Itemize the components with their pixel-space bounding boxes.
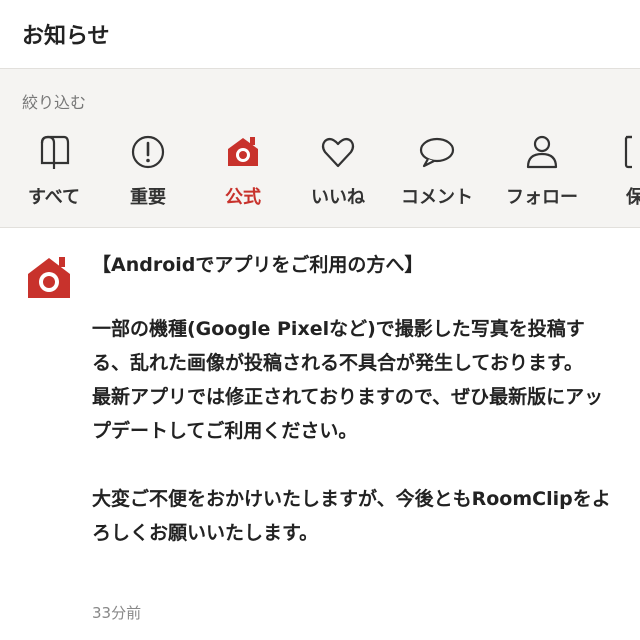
tab-label: 保 xyxy=(626,187,640,208)
official-roomclip-icon xyxy=(228,137,258,166)
page-title: お知らせ xyxy=(22,24,110,49)
tab-official[interactable]: 公式 xyxy=(195,133,291,215)
tab-label: コメント xyxy=(401,187,473,208)
tab-follow[interactable]: フォロー xyxy=(494,133,590,215)
tab-likes[interactable]: いいね xyxy=(290,133,386,215)
exclamation-icon xyxy=(131,135,165,169)
tab-saved[interactable]: 保 xyxy=(592,133,640,215)
tab-label: すべて xyxy=(27,187,81,208)
filter-bar: 絞り込む すべて 重要 公式 いいね コメント フォロー 保 xyxy=(0,69,640,228)
tab-comments[interactable]: コメント xyxy=(389,133,485,215)
bookmark-icon xyxy=(624,135,632,169)
notice-timestamp: 33分前 xyxy=(92,604,142,622)
filter-label: 絞り込む xyxy=(22,93,87,112)
tab-label: いいね xyxy=(311,187,365,208)
app-header: お知らせ xyxy=(0,0,640,69)
heart-icon xyxy=(321,137,355,168)
tab-all[interactable]: すべて xyxy=(6,133,102,215)
mailbox-icon xyxy=(40,135,70,169)
tab-label: フォロー xyxy=(506,187,578,208)
speech-bubble-icon xyxy=(419,137,455,168)
notice-title: 【Androidでアプリをご利用の方へ】 xyxy=(92,254,424,276)
notice-body: 一部の機種(Google Pixelなど)で撮影した写真を投稿する、乱れた画像が… xyxy=(92,318,611,544)
tab-important[interactable]: 重要 xyxy=(100,133,196,215)
tab-label: 重要 xyxy=(130,187,166,208)
notice-item[interactable]: 【Androidでアプリをご利用の方へ】 一部の機種(Google Pixelな… xyxy=(0,228,640,640)
official-roomclip-icon xyxy=(28,257,70,298)
tab-label: 公式 xyxy=(225,187,261,208)
person-icon xyxy=(526,135,558,169)
